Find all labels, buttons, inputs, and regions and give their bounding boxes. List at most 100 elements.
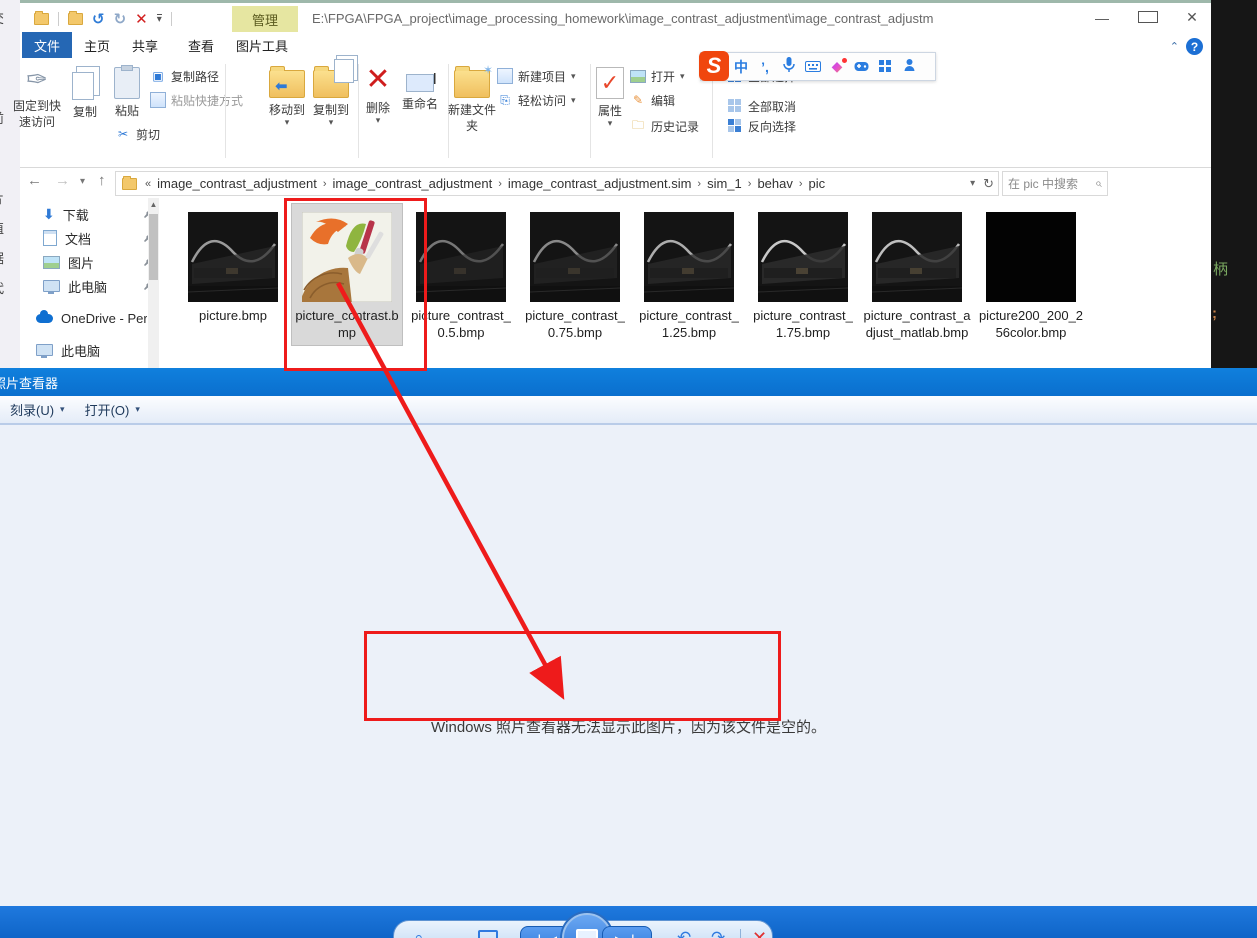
building-photo-thumbnail (187, 212, 279, 302)
help-icon[interactable]: ? (1186, 38, 1203, 55)
file-name: picture.bmp (199, 308, 267, 323)
invert-selection-icon (727, 118, 743, 134)
file-item[interactable]: picture_contrast.bmp (291, 203, 403, 346)
copy-path-icon: ▣ (152, 69, 164, 83)
paste-icon (114, 65, 140, 99)
file-name: picture200_200_256color.bmp (978, 308, 1084, 340)
manage-contextual-tab[interactable]: 管理 (232, 6, 298, 33)
paste-shortcut-button[interactable]: 粘贴快捷方式 (150, 90, 243, 110)
easy-access-button[interactable]: ⎘ 轻松访问 ▾ (497, 90, 575, 110)
zoom-icon[interactable]: ⌕ (414, 928, 424, 938)
pin-icon: ✑ (26, 64, 48, 94)
editor-glyph: 柄 (1213, 261, 1229, 278)
search-input[interactable]: 在 pic 中搜索 ⌕ (1002, 171, 1108, 196)
breadcrumb-segment[interactable]: behav (753, 176, 796, 191)
edit-button[interactable]: ✎ 编辑 (630, 90, 675, 110)
virtual-keyboard-icon[interactable] (801, 59, 825, 75)
sidebar-scrollbar[interactable]: ▲ (148, 198, 159, 368)
sidebar-item-downloads[interactable]: ⬇ 下载 (20, 202, 165, 226)
menu-burn[interactable]: 刻录(U) ▾ (0, 396, 75, 423)
sogou-input-toolbar: S 中 ’, ◆ (699, 50, 936, 81)
tab-picture-tools[interactable]: 图片工具 (224, 32, 300, 58)
breadcrumb-segment[interactable]: sim_1 (703, 176, 746, 191)
tab-share[interactable]: 共享 (120, 32, 170, 58)
breadcrumb-segment[interactable]: image_contrast_adjustment.sim (504, 176, 696, 191)
menu-open[interactable]: 打开(O) ▾ (75, 396, 150, 423)
sidebar-item-this-pc[interactable]: 此电脑 (20, 338, 165, 362)
file-item[interactable]: picture200_200_256color.bmp (976, 204, 1086, 341)
file-item[interactable]: picture_contrast_1.75.bmp (748, 204, 858, 341)
file-item[interactable]: picture_contrast_adjust_matlab.bmp (862, 204, 972, 341)
new-item-button[interactable]: 新建项目 ▾ (497, 66, 576, 86)
breadcrumb-segment[interactable]: image_contrast_adjustment (153, 176, 321, 191)
chinese-mode-icon[interactable]: 中 (729, 57, 753, 77)
toolbox-icon[interactable] (873, 59, 897, 75)
rotate-left-icon[interactable]: ↶ (677, 928, 691, 938)
new-folder-icon[interactable] (68, 11, 83, 25)
next-button[interactable]: ▶❘ (602, 926, 652, 938)
copy-path-button[interactable]: ▣ 复制路径 (150, 66, 219, 86)
new-folder-button[interactable]: 新建文件夹 (440, 63, 504, 134)
explorer-titlebar: ↺ ↻ ✕ ▾ 管理 E:\FPGA\FPGA_project\image_pr… (20, 3, 1211, 33)
cut-button[interactable]: ✂ 剪切 (115, 124, 160, 144)
breadcrumb[interactable]: « image_contrast_adjustment › image_contra… (115, 171, 999, 196)
select-none-button[interactable]: 全部取消 (727, 96, 796, 116)
sidebar-item-this-pc-pinned[interactable]: 此电脑 (20, 274, 165, 298)
slideshow-icon (576, 929, 598, 938)
photo-viewer-menubar: 刻录(U) ▾ 打开(O) ▾ (0, 396, 1257, 425)
copy-to-icon (313, 59, 354, 98)
maximize-button[interactable] (1138, 10, 1158, 26)
new-folder-icon (454, 63, 493, 98)
sidebar-item-documents[interactable]: 文档 (20, 226, 165, 250)
fit-to-window-icon[interactable] (478, 930, 498, 938)
background-glyph: 代 (0, 278, 11, 297)
pc-icon (36, 344, 53, 358)
undo-icon[interactable]: ↺ (92, 10, 105, 28)
photo-viewer-title: 照片查看器 (0, 375, 59, 391)
forward-icon[interactable]: → (55, 172, 70, 189)
skin-icon[interactable]: ◆ (825, 58, 849, 75)
file-name: picture_contrast_1.75.bmp (753, 308, 853, 340)
invert-selection-button[interactable]: 反向选择 (727, 116, 796, 136)
minimize-button[interactable]: — (1093, 10, 1111, 26)
edit-icon: ✎ (632, 93, 644, 107)
up-icon[interactable]: ↑ (98, 172, 106, 189)
delete-photo-icon[interactable]: ✕ (752, 928, 767, 938)
scroll-up-icon[interactable]: ▲ (148, 200, 159, 209)
easy-access-icon: ⎘ (500, 92, 510, 107)
refresh-icon[interactable]: ↻ (983, 176, 994, 192)
file-item[interactable]: picture_contrast_1.25.bmp (634, 204, 744, 341)
collapse-ribbon-icon[interactable]: ⌃ (1170, 40, 1179, 53)
file-item[interactable]: picture_contrast_0.5.bmp (406, 204, 516, 341)
photo-viewer-window: 照片查看器 刻录(U)▾ 打开(O)▾ Windows 照片查看器无法显示此图片… (0, 368, 1257, 938)
breadcrumb-segment[interactable]: image_contrast_adjustment (329, 176, 497, 191)
open-button[interactable]: 打开 ▾ (630, 66, 685, 86)
rotate-right-icon[interactable]: ↷ (711, 928, 725, 938)
sidebar-item-onedrive[interactable]: OneDrive - Persc (20, 306, 165, 330)
close-button[interactable]: ✕ (1183, 9, 1201, 26)
delete-icon[interactable]: ✕ (135, 10, 148, 28)
recent-locations-icon[interactable]: ▾ (80, 176, 85, 187)
redo-icon[interactable]: ↻ (114, 10, 127, 28)
tab-home[interactable]: 主页 (72, 32, 122, 58)
sogou-logo-icon[interactable]: S (699, 50, 729, 81)
file-item[interactable]: picture_contrast_0.75.bmp (520, 204, 630, 341)
folder-icon[interactable] (34, 11, 49, 25)
back-icon[interactable]: ← (27, 172, 42, 189)
microphone-icon[interactable] (777, 57, 801, 76)
breadcrumb-segment[interactable]: pic (805, 176, 830, 191)
building-photo-thumbnail (643, 212, 735, 302)
ribbon: ✑ 固定到快速访问 复制 粘贴 ▣ 复制路径 粘贴快捷方式 ✂ 剪切 ⬅ 移动到… (13, 58, 1211, 220)
tab-view[interactable]: 查看 (176, 32, 226, 58)
address-dropdown-icon[interactable]: ▾ (970, 178, 975, 189)
background-glyph: 值 (0, 218, 11, 237)
file-item[interactable]: picture.bmp (178, 204, 288, 324)
history-button[interactable]: 🗀 历史记录 (630, 116, 699, 136)
sidebar-item-pictures[interactable]: 图片 (20, 250, 165, 274)
customize-qat-icon[interactable]: ▾ (156, 14, 162, 25)
tab-file[interactable]: 文件 (22, 32, 73, 58)
punctuation-icon[interactable]: ’, (753, 59, 777, 75)
game-center-icon[interactable] (849, 59, 873, 75)
window-controls: — ✕ (1093, 9, 1201, 26)
more-tools-icon[interactable] (897, 58, 921, 75)
